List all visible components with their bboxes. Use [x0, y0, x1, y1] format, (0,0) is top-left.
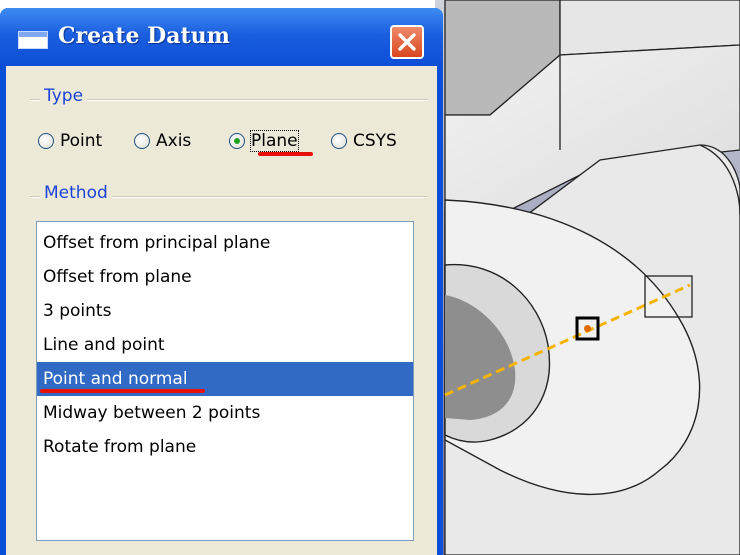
radio-axis-circle[interactable] — [134, 133, 150, 149]
radio-axis[interactable]: Axis — [134, 128, 191, 154]
model-geometry — [435, 0, 740, 555]
radio-point[interactable]: Point — [38, 128, 102, 154]
radio-csys[interactable]: CSYS — [331, 128, 397, 154]
type-radio-group: Point Axis Plane CSYS — [38, 128, 438, 154]
viewport-canvas[interactable] — [435, 0, 740, 555]
point-and-normal-annotation-underline — [40, 389, 205, 393]
window-icon — [18, 31, 48, 49]
radio-csys-circle[interactable] — [331, 133, 347, 149]
dialog-title-bar[interactable]: Create Datum — [0, 8, 443, 66]
plane-annotation-underline — [258, 152, 313, 156]
method-item-rotate[interactable]: Rotate from plane — [37, 430, 413, 464]
method-item-offset-plane[interactable]: Offset from plane — [37, 260, 413, 294]
radio-plane-label: Plane — [250, 130, 299, 152]
method-group-label: Method — [40, 183, 112, 203]
radio-plane-circle[interactable] — [229, 133, 245, 149]
type-group-label: Type — [40, 86, 88, 106]
radio-axis-label: Axis — [156, 131, 192, 151]
radio-point-circle[interactable] — [38, 133, 54, 149]
radio-selected-dot — [234, 138, 240, 144]
method-item-offset-principal[interactable]: Offset from principal plane — [37, 226, 413, 260]
radio-point-label: Point — [60, 131, 103, 151]
dialog-title: Create Datum — [58, 23, 230, 49]
close-icon — [398, 33, 416, 51]
method-listbox[interactable]: Offset from principal plane Offset from … — [36, 221, 414, 541]
method-item-line-and-point[interactable]: Line and point — [37, 328, 413, 362]
close-button[interactable] — [390, 25, 424, 59]
radio-csys-label: CSYS — [353, 131, 397, 151]
method-item-3-points[interactable]: 3 points — [37, 294, 413, 328]
method-item-midway[interactable]: Midway between 2 points — [37, 396, 413, 430]
radio-plane[interactable]: Plane — [229, 128, 299, 154]
type-group-line — [30, 99, 428, 101]
